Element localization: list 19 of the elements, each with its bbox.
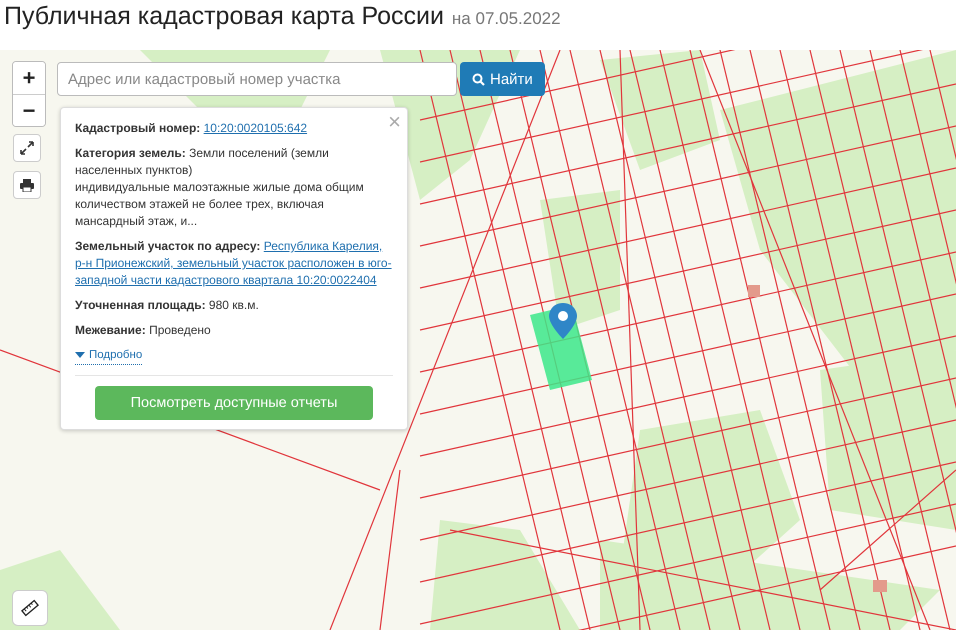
ruler-icon	[21, 599, 39, 617]
search-field[interactable]: Адрес или кадастровый номер участка	[57, 62, 457, 96]
expand-icon	[20, 141, 34, 155]
info-field: Земельный участок по адресу: Республика Карелия, р-н Прионежский, земельный участок расположен в юго-западной части кадастрового квартала 10:20:0022404	[75, 238, 393, 289]
ruler-button[interactable]	[12, 590, 48, 626]
info-field: Кадастровый номер: 10:20:0020105:642	[75, 120, 308, 137]
zoom-out-button[interactable]: −	[13, 94, 45, 126]
info-field: Межевание: Проведено	[75, 322, 211, 339]
page-title: Публичная кадастровая карта России	[4, 2, 444, 31]
date-label: на 07.05.2022	[452, 9, 561, 29]
info-field: Уточненная площадь: 980 кв.м.	[75, 297, 259, 314]
fullscreen-button[interactable]	[13, 134, 41, 162]
search-icon	[472, 72, 485, 86]
info-field: Категория земель: Земли поселений (земли населенных пунктов) индивидуальные малоэтажные жилые дома общим количеством этажей не более трех, включая мансардный этаж, и...	[75, 145, 393, 230]
printer-icon	[20, 178, 34, 192]
caret-icon	[75, 352, 85, 359]
details-link[interactable]: Подробно	[75, 347, 142, 365]
search-button[interactable]: Найти	[460, 62, 545, 96]
print-button[interactable]	[13, 171, 41, 199]
